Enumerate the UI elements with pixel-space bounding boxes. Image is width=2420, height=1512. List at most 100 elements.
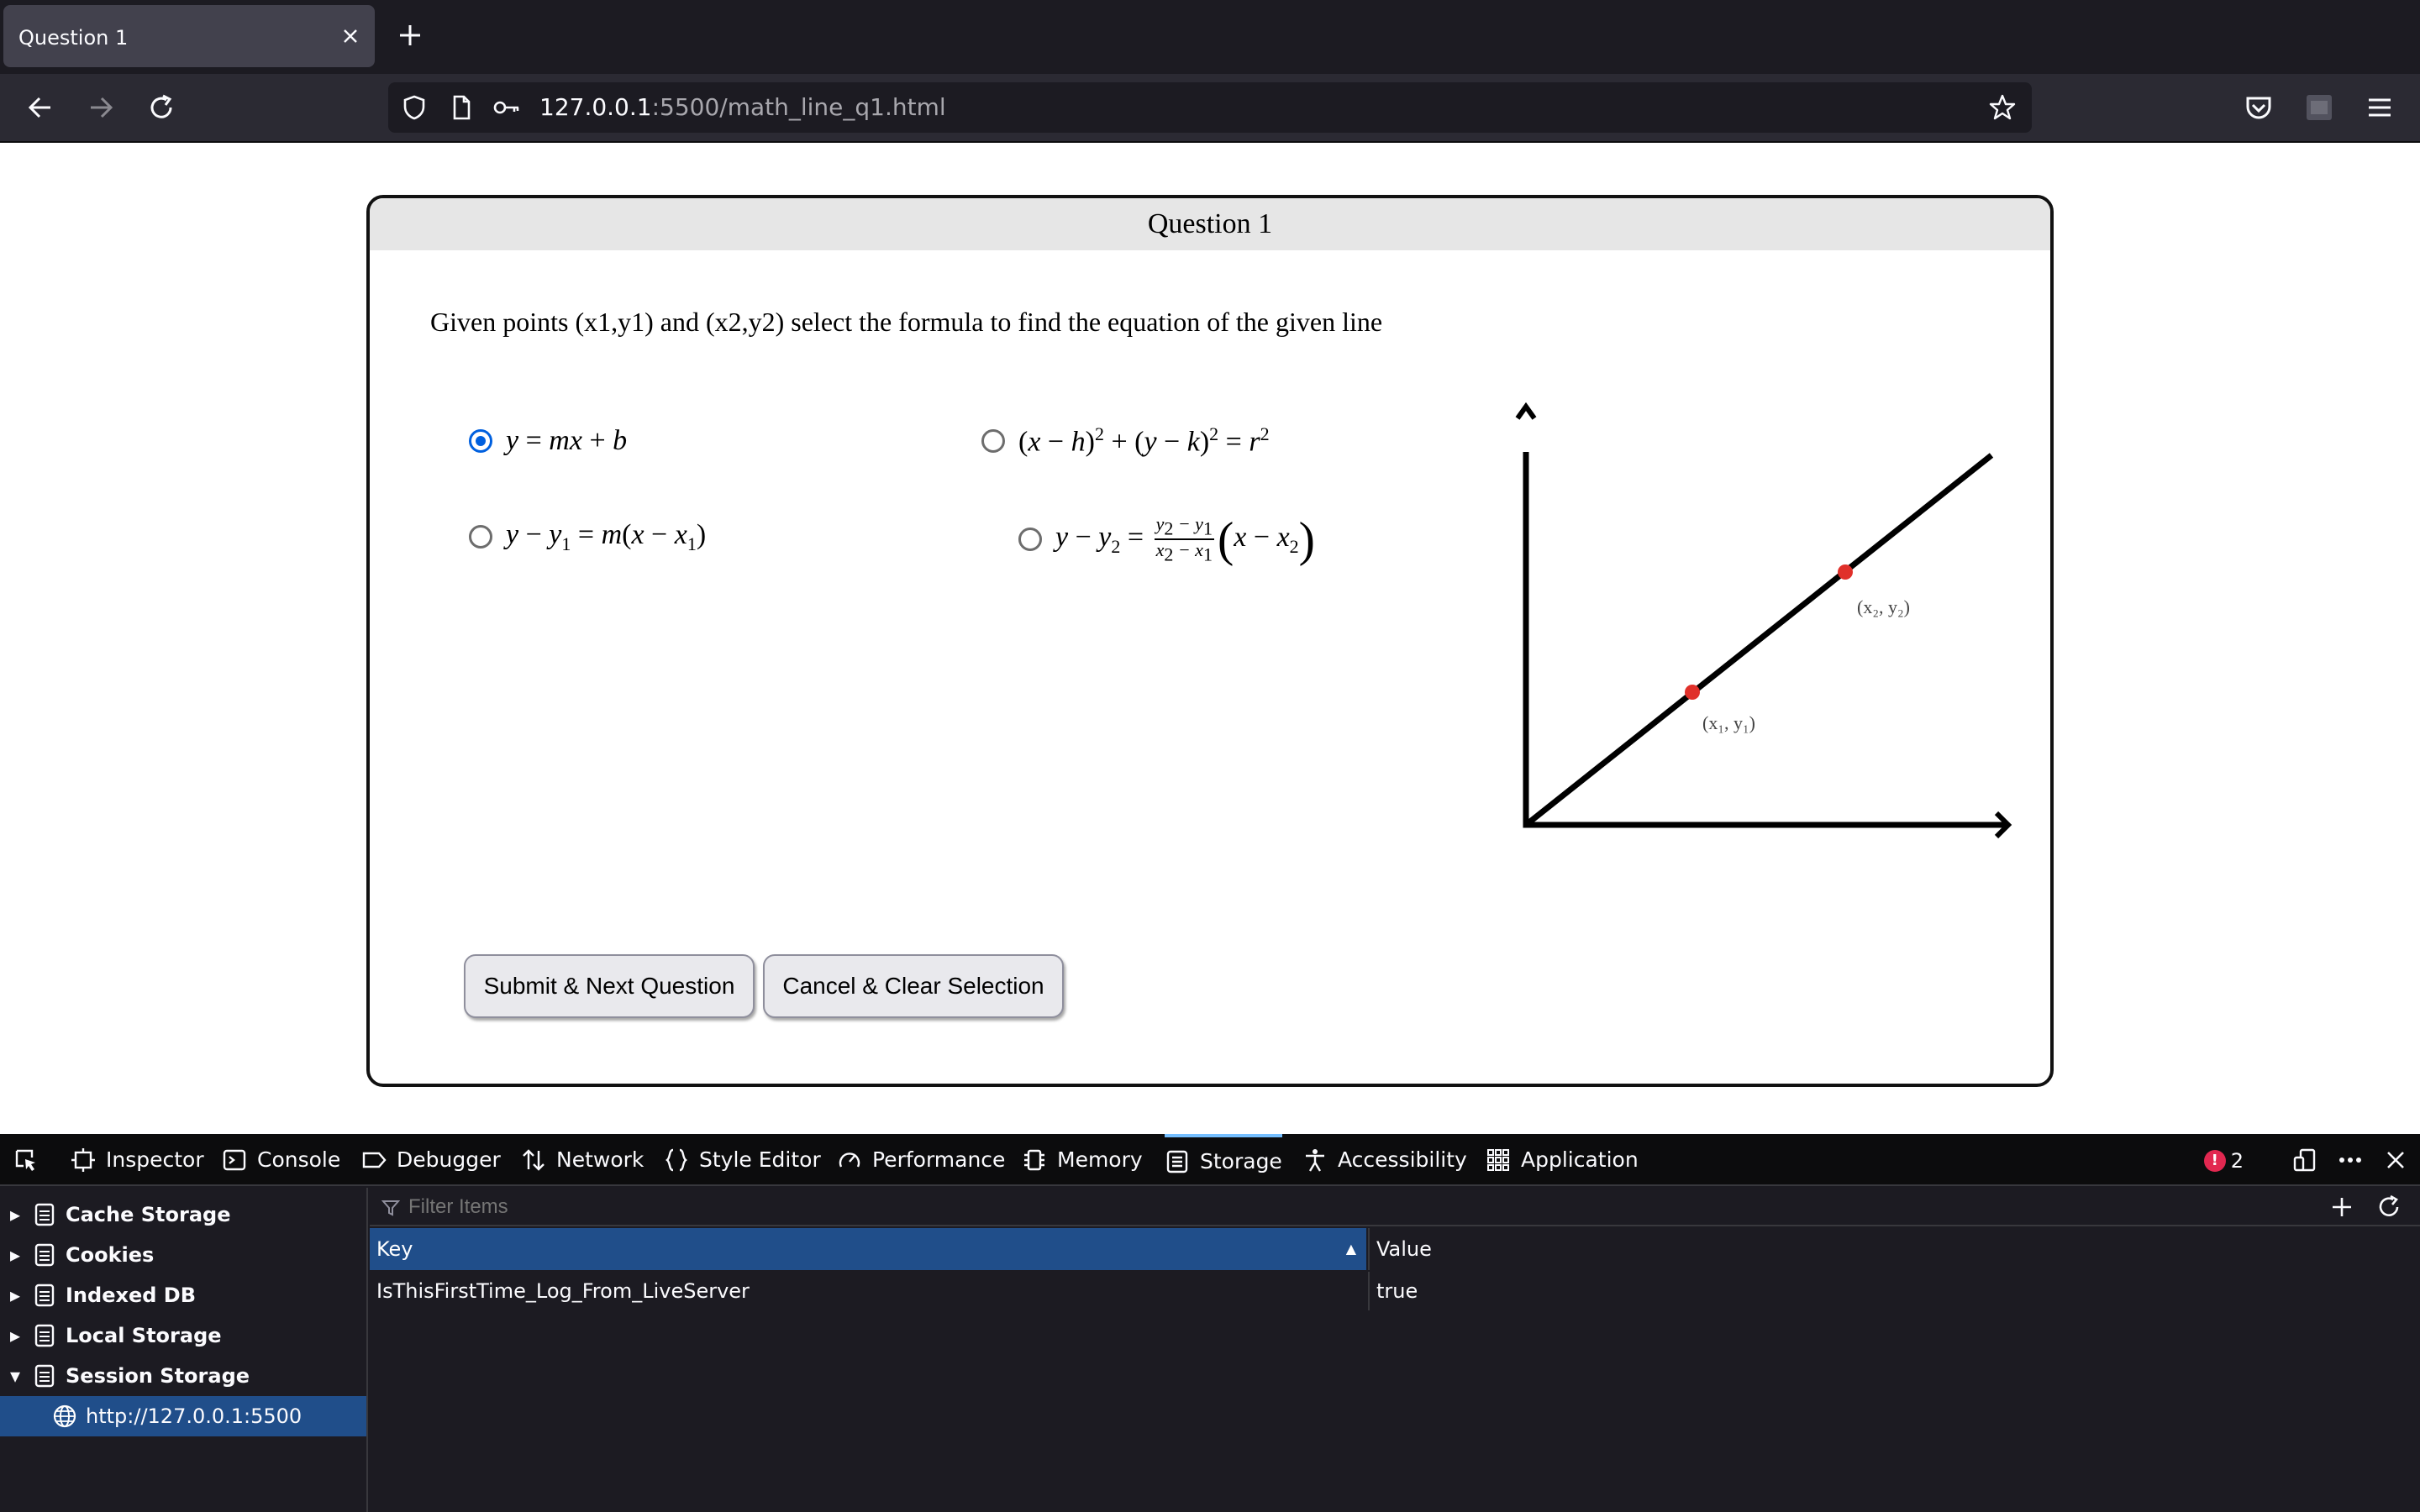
application-icon	[1487, 1149, 1509, 1171]
tree-item-label: http://127.0.0.1:5500	[86, 1404, 302, 1428]
tab-network-label: Network	[556, 1147, 644, 1172]
accessibility-icon	[1306, 1149, 1324, 1172]
row-key[interactable]: IsThisFirstTime_Log_From_LiveServer	[370, 1272, 1366, 1310]
filter-icon	[381, 1200, 400, 1216]
formula-circle: (x − h)2 + (y − k)2 = r2	[1018, 423, 1270, 458]
line-graph: (x₁, y₁) (x₂, y₂)	[1515, 402, 2012, 839]
radio-two-point[interactable]	[1018, 528, 1042, 552]
pocket-icon[interactable]	[2242, 91, 2275, 124]
bookmark-star-icon[interactable]	[1988, 93, 2017, 122]
tree-item-label: Session Storage	[66, 1364, 250, 1388]
expand-arrow-icon[interactable]: ▸	[10, 1324, 22, 1347]
error-count-badge[interactable]: ! 2	[2203, 1149, 2244, 1173]
question-header: Question 1	[370, 198, 2050, 250]
option-slope-intercept[interactable]: y = mx + b	[469, 425, 627, 457]
point-2-label: (x₂, y₂)	[1857, 596, 1910, 617]
tab-console-label: Console	[257, 1147, 341, 1172]
tab-network[interactable]: Network	[521, 1134, 644, 1186]
option-circle[interactable]: (x − h)2 + (y − k)2 = r2	[981, 423, 1270, 458]
network-icon	[523, 1149, 544, 1171]
back-icon[interactable]	[24, 91, 57, 124]
tab-inspector[interactable]: Inspector	[71, 1134, 204, 1186]
database-icon	[34, 1364, 55, 1388]
column-header-key[interactable]: Key ▲	[370, 1228, 1366, 1270]
tab-memory-label: Memory	[1057, 1147, 1143, 1172]
responsive-design-icon[interactable]	[2292, 1147, 2317, 1173]
plotted-line	[1523, 453, 1994, 827]
row-value[interactable]: true	[1368, 1272, 2420, 1310]
console-icon	[223, 1149, 246, 1171]
url-bar[interactable]: 127.0.0.1:5500/math_line_q1.html	[388, 82, 2032, 133]
submit-next-button[interactable]: Submit & Next Question	[464, 954, 755, 1018]
filter-bar	[370, 1188, 2420, 1226]
radio-circle[interactable]	[981, 428, 1005, 453]
url-host: 127.0.0.1	[539, 93, 652, 121]
shield-icon[interactable]	[400, 93, 429, 122]
tree-item-cache-storage[interactable]: ▸ Cache Storage	[0, 1194, 366, 1235]
radio-slope-intercept[interactable]	[469, 429, 492, 453]
sort-ascending-icon: ▲	[1345, 1241, 1356, 1257]
column-key-label: Key	[376, 1237, 413, 1261]
collapse-arrow-icon[interactable]: ▾	[10, 1364, 22, 1388]
expand-arrow-icon[interactable]: ▸	[10, 1243, 22, 1267]
point-1-label: (x₁, y₁)	[1702, 712, 1755, 733]
tree-item-indexed-db[interactable]: ▸ Indexed DB	[0, 1275, 366, 1315]
new-tab-icon[interactable]	[395, 20, 425, 50]
point-2	[1838, 564, 1853, 580]
tab-storage[interactable]: Storage	[1165, 1134, 1282, 1186]
expand-arrow-icon[interactable]: ▸	[10, 1284, 22, 1307]
debugger-icon	[362, 1152, 387, 1168]
tab-performance-label: Performance	[872, 1147, 1006, 1172]
tree-item-local-storage[interactable]: ▸ Local Storage	[0, 1315, 366, 1356]
element-picker-icon[interactable]	[13, 1147, 39, 1173]
tab-debugger-label: Debugger	[397, 1147, 501, 1172]
add-item-icon[interactable]	[2329, 1194, 2354, 1220]
tab-title: Question 1	[18, 26, 129, 50]
page-icon[interactable]	[447, 93, 476, 122]
database-icon	[34, 1243, 55, 1267]
formula-two-point: y − y2 = y2 − y1 x2 − x1 (x − x2)	[1055, 512, 1315, 567]
expand-arrow-icon[interactable]: ▸	[10, 1203, 22, 1226]
option-two-point[interactable]: y − y2 = y2 − y1 x2 − x1 (x − x2)	[1018, 512, 1315, 567]
error-icon: !	[2203, 1150, 2226, 1172]
tab-performance[interactable]: Performance	[837, 1134, 1005, 1186]
tab-accessibility[interactable]: Accessibility	[1302, 1134, 1467, 1186]
fraction: y2 − y1 x2 − x1	[1154, 513, 1214, 565]
question-text: Given points (x1,y1) and (x2,y2) select …	[430, 307, 1383, 337]
tab-application[interactable]: Application	[1486, 1134, 1639, 1186]
formula-slope-intercept: y = mx + b	[506, 425, 628, 456]
tab-style-editor[interactable]: Style Editor	[664, 1134, 821, 1186]
cancel-clear-button[interactable]: Cancel & Clear Selection	[763, 954, 1064, 1018]
url-text: 127.0.0.1:5500/math_line_q1.html	[539, 82, 946, 133]
devtools-toolbar: Inspector Console Debugger Network Style…	[0, 1134, 2420, 1186]
page-viewport: Question 1 Given points (x1,y1) and (x2,…	[0, 144, 2420, 1134]
tab-accessibility-label: Accessibility	[1338, 1147, 1467, 1172]
refresh-icon[interactable]	[2376, 1194, 2402, 1220]
tab-console[interactable]: Console	[222, 1134, 340, 1186]
point-1	[1685, 685, 1700, 700]
reload-icon[interactable]	[145, 91, 178, 124]
filter-items-input[interactable]	[407, 1188, 1835, 1226]
option-point-slope[interactable]: y − y1 = m(x − x1)	[469, 519, 706, 555]
storage-tree: ▸ Cache Storage ▸ Cookies ▸ Indexed DB ▸…	[0, 1188, 368, 1512]
tree-item-origin[interactable]: http://127.0.0.1:5500	[0, 1396, 366, 1436]
radio-point-slope[interactable]	[469, 525, 492, 549]
column-header-value[interactable]: Value	[1368, 1228, 2420, 1270]
browser-tab[interactable]: Question 1	[3, 5, 375, 67]
error-count: 2	[2230, 1149, 2244, 1173]
menu-icon[interactable]	[2363, 91, 2396, 124]
performance-icon	[839, 1152, 860, 1168]
extension-icon[interactable]	[2302, 91, 2336, 124]
tree-item-cookies[interactable]: ▸ Cookies	[0, 1235, 366, 1275]
tree-item-session-storage[interactable]: ▾ Session Storage	[0, 1356, 366, 1396]
forward-icon[interactable]	[84, 91, 118, 124]
tab-inspector-label: Inspector	[106, 1147, 204, 1172]
tab-debugger[interactable]: Debugger	[361, 1134, 501, 1186]
close-tab-icon[interactable]	[338, 24, 363, 49]
more-options-icon[interactable]	[2338, 1147, 2363, 1173]
database-icon	[34, 1284, 55, 1307]
close-devtools-icon[interactable]	[2383, 1147, 2408, 1173]
tab-memory[interactable]: Memory	[1022, 1134, 1143, 1186]
database-icon	[34, 1203, 55, 1226]
key-icon[interactable]	[492, 93, 521, 122]
